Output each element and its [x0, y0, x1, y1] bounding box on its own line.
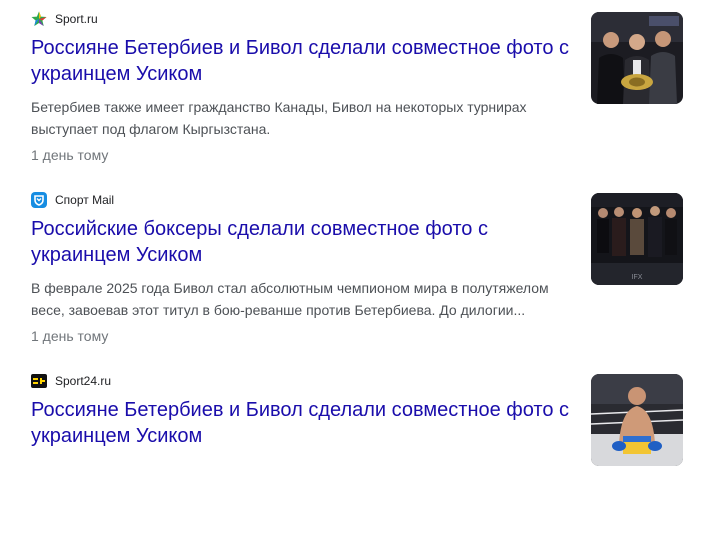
source-name: Sport24.ru	[55, 374, 112, 388]
news-headline-link[interactable]: Российские боксеры сделали совместное фо…	[31, 216, 581, 268]
boxers-group-ring-photo: IFX	[591, 193, 683, 285]
news-headline-link[interactable]: Россияне Бетербиев и Бивол сделали совме…	[31, 397, 581, 449]
source-link[interactable]: Sport.ru	[31, 9, 98, 29]
news-timestamp: 1 день тому	[31, 328, 109, 344]
source-link[interactable]: Спорт Mail	[31, 190, 114, 210]
news-thumbnail[interactable]: IFX	[591, 193, 683, 285]
source-name: Спорт Mail	[55, 193, 115, 207]
news-snippet: В феврале 2025 года Бивол стал абсолютны…	[31, 280, 549, 318]
news-thumbnail[interactable]	[591, 12, 683, 104]
boxer-celebrating-photo	[591, 374, 683, 466]
source-name: Sport.ru	[55, 12, 98, 26]
news-result: Sport24.ru Россияне Бетербиев и Бивол сд…	[0, 362, 708, 542]
svg-text:IFX: IFX	[632, 274, 643, 281]
sport-ru-star-icon	[31, 11, 47, 27]
source-link[interactable]: Sport24.ru	[31, 371, 111, 391]
news-thumbnail[interactable]	[591, 374, 683, 466]
news-result: Спорт Mail Российские боксеры сделали со…	[0, 181, 708, 361]
sport24-icon	[31, 373, 47, 389]
boxers-faceoff-photo	[591, 12, 683, 104]
news-result: Sport.ru Россияне Бетербиев и Бивол сдел…	[0, 0, 708, 180]
news-snippet: Бетербиев также имеет гражданство Канады…	[31, 99, 527, 137]
news-headline-link[interactable]: Россияне Бетербиев и Бивол сделали совме…	[31, 35, 581, 87]
sport-mail-shield-icon	[31, 192, 47, 208]
news-timestamp: 1 день тому	[31, 147, 109, 163]
